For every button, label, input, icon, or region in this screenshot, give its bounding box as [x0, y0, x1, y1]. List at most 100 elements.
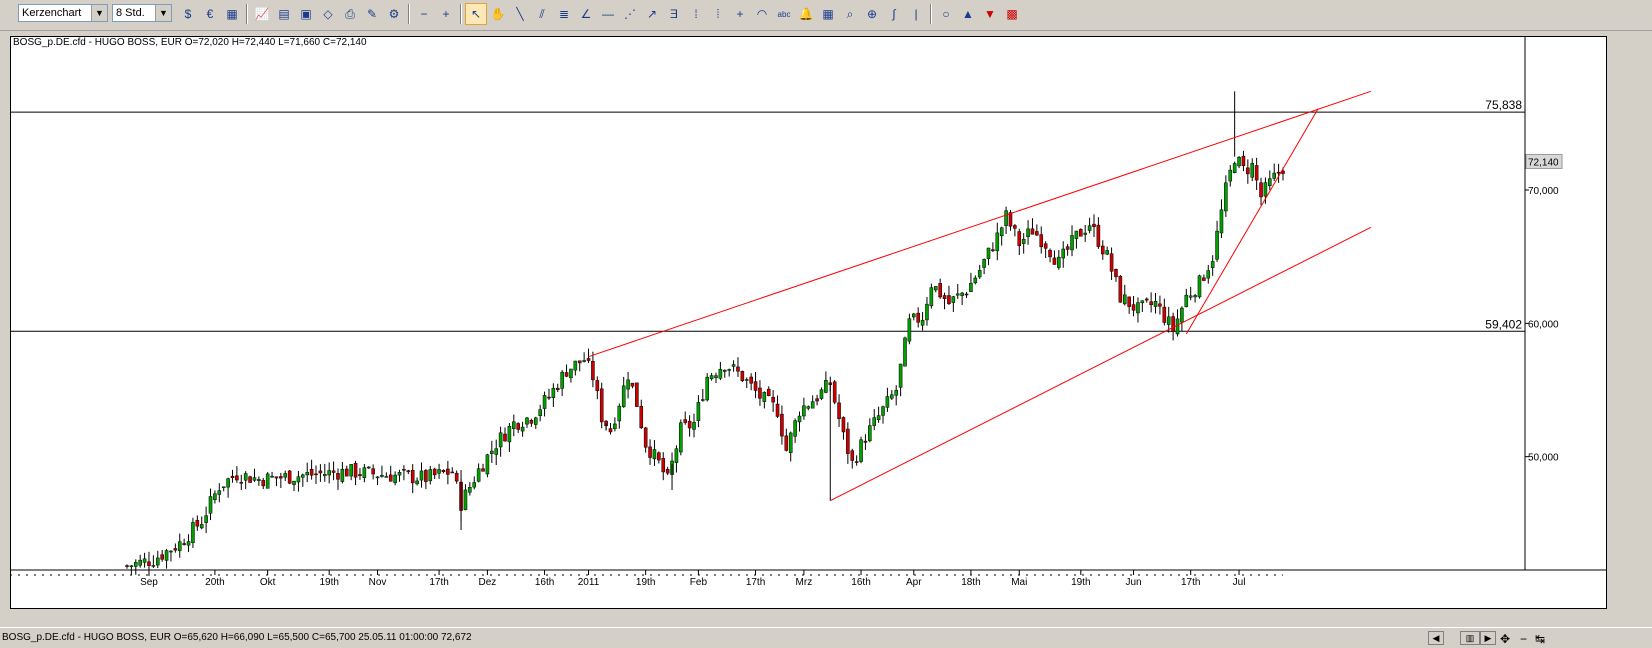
candle-body [1206, 270, 1211, 279]
x-tick-label: Jul [1233, 577, 1246, 588]
candle-body [402, 469, 406, 471]
candle-body [432, 468, 437, 476]
candle-body [309, 468, 314, 476]
candle-body [1087, 225, 1092, 231]
candle-body [916, 312, 920, 323]
candle-body [358, 474, 362, 476]
candle-body [793, 420, 797, 437]
candle-body [1246, 167, 1250, 175]
nav-page-button[interactable]: ▥ [1460, 631, 1480, 645]
candle-body [1026, 228, 1030, 237]
candle-body [331, 470, 336, 473]
candle-body [569, 368, 573, 379]
candle-body [1276, 171, 1281, 174]
candle-body [969, 282, 973, 292]
candle-body [476, 468, 481, 482]
horizontal-level-label: 59,402 [1485, 317, 1522, 331]
candle-body [766, 388, 771, 396]
candle-body [955, 293, 960, 296]
candle-body [353, 463, 358, 478]
candle-body [784, 435, 789, 451]
candle-body [639, 405, 644, 428]
candle-body [239, 482, 244, 484]
candle-body [1079, 229, 1083, 237]
candle-body [344, 468, 349, 477]
candle-body [903, 337, 907, 367]
candle-body [964, 293, 969, 296]
minus-icon[interactable]: − [1520, 630, 1527, 648]
candle-body [661, 458, 666, 473]
x-tick-label: Mrz [796, 577, 813, 588]
nav-left-button[interactable]: ◀ [1428, 631, 1444, 645]
candle-body [424, 470, 428, 482]
candle-body [292, 480, 296, 485]
candle-body [516, 423, 520, 430]
candle-body [582, 360, 586, 362]
candle-body [186, 541, 191, 546]
nav-right-button[interactable]: ▶ [1480, 631, 1496, 645]
candle-body [419, 470, 424, 481]
candle-body [881, 406, 885, 416]
candle-body [907, 318, 912, 342]
candle-body [151, 565, 156, 567]
candle-body [674, 448, 679, 463]
candle-body [252, 477, 257, 481]
candle-body [841, 417, 846, 433]
candle-body [929, 287, 934, 307]
candle-body [340, 468, 345, 482]
candle-body [147, 561, 151, 566]
candle-body [213, 493, 217, 500]
x-tick-label: 17th [746, 577, 765, 588]
x-tick-label: Sep [140, 577, 158, 588]
candle-body [740, 371, 745, 381]
candle-body [613, 423, 617, 429]
candle-body [1136, 302, 1140, 314]
crosshair-icon[interactable]: ✥ [1500, 630, 1510, 648]
candle-body [806, 406, 811, 409]
candle-body [1149, 301, 1153, 306]
status-text: BOSG_p.DE.cfd - HUGO BOSS, EUR O=65,620 … [2, 632, 472, 643]
candle-body [837, 402, 841, 419]
x-tick-label: 20th [205, 577, 224, 588]
candle-body [947, 295, 951, 304]
candle-body [1202, 277, 1206, 281]
candle-body [349, 464, 353, 477]
candle-body [371, 468, 375, 475]
candle-body [960, 292, 964, 296]
candle-body [217, 490, 222, 495]
candle-body [753, 381, 758, 391]
candle-body [1021, 238, 1026, 244]
candle-body [204, 515, 208, 523]
x-tick-label: 17th [429, 577, 448, 588]
candle-body [384, 476, 389, 478]
candle-body [257, 479, 261, 481]
candle-body [441, 469, 446, 473]
candle-body [999, 227, 1004, 237]
candle-body [182, 543, 186, 545]
candle-body [512, 421, 516, 429]
trend-line [588, 90, 1372, 358]
candle-body [1171, 316, 1175, 332]
candle-body [1263, 182, 1268, 197]
price-chart[interactable]: 50,000 60,000 70,000 75,838 59,402 72,140 Sep 2… [0, 0, 1652, 627]
candle-body [608, 428, 613, 433]
x-tick-label: Dez [479, 577, 497, 588]
candle-body [995, 232, 1000, 252]
candle-body [705, 376, 709, 401]
candle-body [1048, 249, 1052, 258]
candle-body [788, 432, 793, 453]
candle-body [701, 399, 705, 401]
candle-body [714, 375, 718, 379]
fit-icon[interactable]: ↹ [1535, 630, 1545, 648]
candle-body [709, 375, 714, 380]
candle-body [1070, 235, 1074, 251]
candle-body [854, 461, 859, 463]
candle-body [1140, 300, 1145, 304]
candle-body [279, 476, 283, 479]
candle-body [129, 565, 134, 568]
candle-body [599, 388, 604, 423]
x-tick-label: Feb [690, 577, 708, 588]
candle-body [727, 369, 731, 371]
candle-body [586, 358, 591, 361]
x-tick-label: 19th [319, 577, 338, 588]
